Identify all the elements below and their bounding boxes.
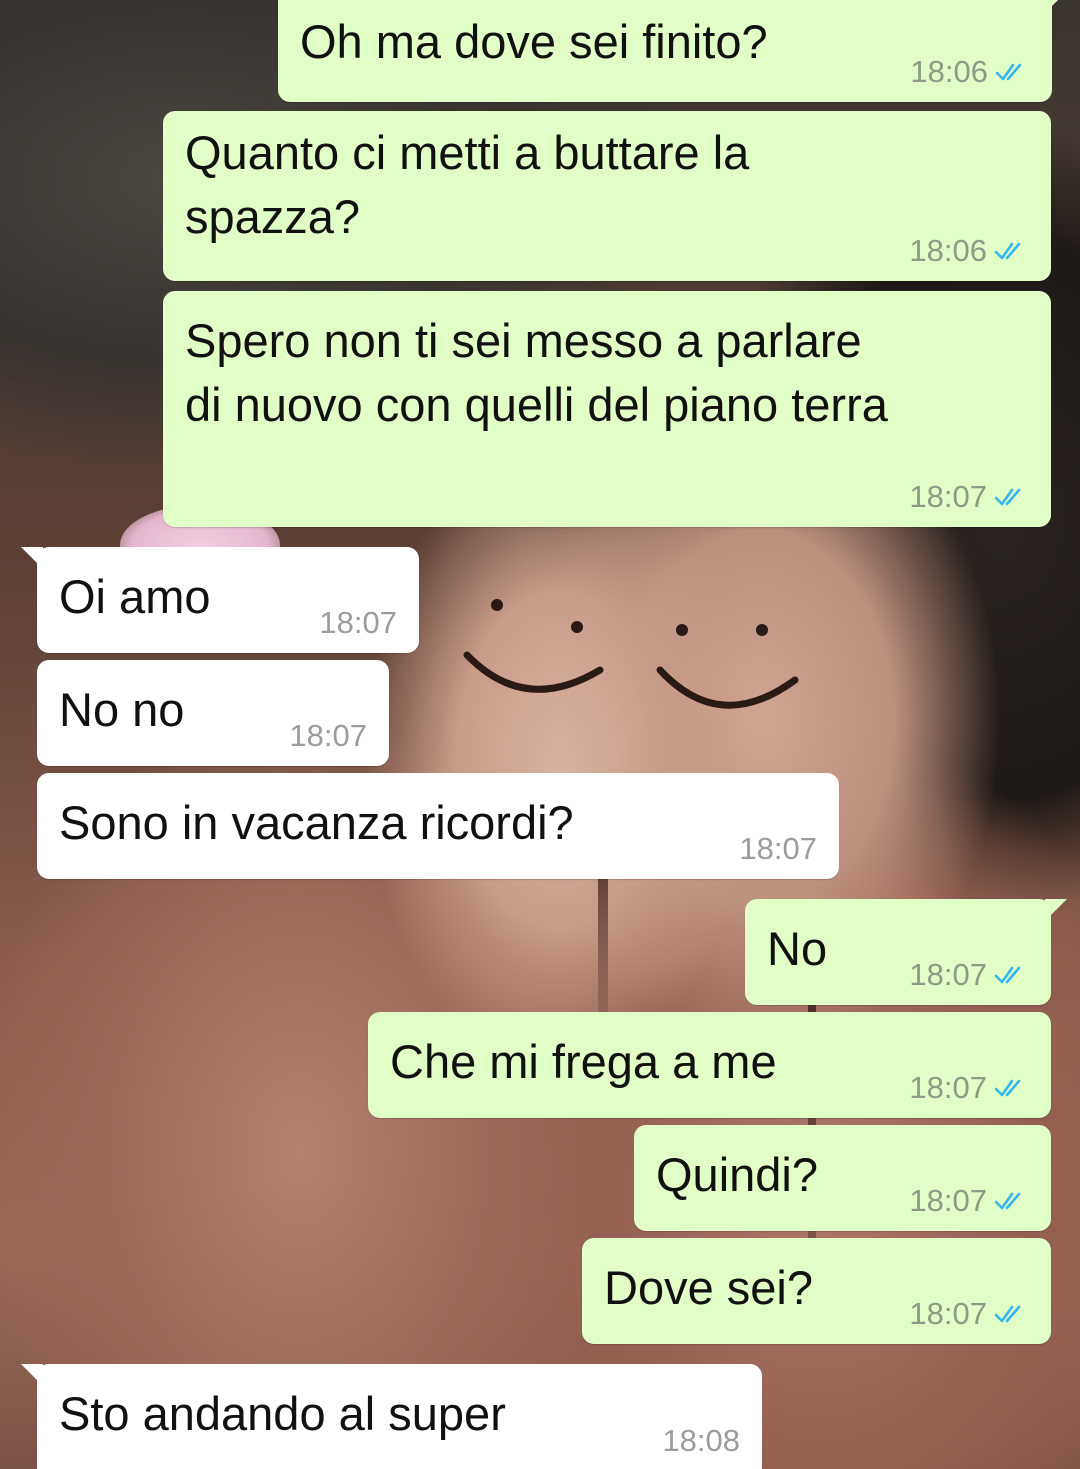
message-time: 18:07 (909, 957, 987, 992)
message-text: Oh ma dove sei finito? (300, 15, 768, 68)
outgoing-message[interactable]: Quindi? 18:07 (634, 1125, 1051, 1231)
message-text: No (767, 922, 828, 975)
message-time: 18:06 (909, 233, 987, 268)
message-text: Quanto ci metti a buttare la spazza? (185, 126, 750, 243)
message-text: Oi amo (59, 570, 211, 623)
double-check-read-icon (994, 1192, 1021, 1210)
message-list[interactable]: Oh ma dove sei finito? 18:06 Quanto ci m… (0, 0, 1080, 1469)
message-time: 18:07 (319, 605, 397, 640)
bubble-tail (21, 547, 43, 569)
double-check-read-icon (994, 488, 1021, 506)
message-time: 18:07 (909, 1296, 987, 1331)
message-meta: 18:06 (909, 233, 1029, 269)
incoming-message[interactable]: Oi amo 18:07 (21, 547, 419, 653)
message-text: Sono in vacanza ricordi? (59, 796, 574, 849)
message-text: Sto andando al super (59, 1387, 506, 1440)
incoming-message[interactable]: Sto andando al super 18:08 (21, 1364, 762, 1469)
outgoing-message[interactable]: Spero non ti sei messo a parlare di nuov… (163, 291, 1051, 527)
bubble-tail (1046, 0, 1068, 12)
message-meta: 18:07 (909, 479, 1029, 515)
incoming-message[interactable]: No no 18:07 (37, 660, 389, 766)
double-check-read-icon (995, 63, 1022, 81)
message-time: 18:08 (662, 1423, 740, 1458)
message-meta: 18:07 (289, 718, 367, 754)
message-meta: 18:07 (909, 1183, 1029, 1219)
message-text: Spero non ti sei messo a parlare di nuov… (185, 314, 888, 431)
double-check-read-icon (994, 966, 1021, 984)
outgoing-message[interactable]: Oh ma dove sei finito? 18:06 (278, 0, 1068, 102)
message-time: 18:07 (739, 831, 817, 866)
double-check-read-icon (994, 1305, 1021, 1323)
message-meta: 18:07 (909, 1070, 1029, 1106)
bubble-tail (1045, 899, 1067, 921)
message-meta: 18:07 (909, 1296, 1029, 1332)
message-meta: 18:07 (319, 605, 397, 641)
message-time: 18:06 (910, 54, 988, 89)
outgoing-message[interactable]: Quanto ci metti a buttare la spazza? 18:… (163, 111, 1051, 281)
message-meta: 18:08 (662, 1423, 740, 1459)
message-time: 18:07 (909, 1070, 987, 1105)
outgoing-message[interactable]: No 18:07 (745, 899, 1067, 1005)
message-text: Quindi? (656, 1148, 818, 1201)
message-text: Che mi frega a me (390, 1035, 777, 1088)
message-text: Dove sei? (604, 1261, 813, 1314)
incoming-message[interactable]: Sono in vacanza ricordi? 18:07 (37, 773, 839, 879)
message-meta: 18:07 (909, 957, 1029, 993)
message-time: 18:07 (289, 718, 367, 753)
double-check-read-icon (994, 1079, 1021, 1097)
message-time: 18:07 (909, 479, 987, 514)
outgoing-message[interactable]: Che mi frega a me 18:07 (368, 1012, 1051, 1118)
message-text: No no (59, 683, 185, 736)
message-meta: 18:07 (739, 831, 817, 867)
bubble-tail (21, 1364, 43, 1386)
outgoing-message[interactable]: Dove sei? 18:07 (582, 1238, 1051, 1344)
message-meta: 18:06 (910, 54, 1030, 90)
message-time: 18:07 (909, 1183, 987, 1218)
double-check-read-icon (994, 242, 1021, 260)
